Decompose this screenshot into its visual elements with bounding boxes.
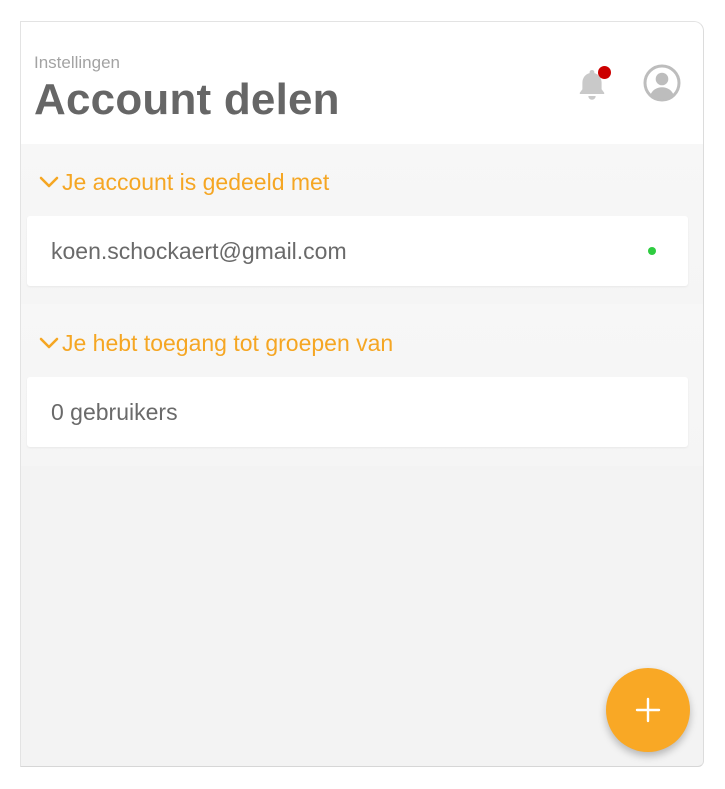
access-groups-section-toggle[interactable]: Je hebt toegang tot groepen van [38,328,393,358]
shared-with-section: Je account is gedeeld met koen.schockaer… [21,144,703,304]
settings-card: Instellingen Account delen Je account is… [20,21,704,767]
user-count-text: 0 gebruikers [51,398,178,425]
section-title: Je account is gedeeld met [62,168,330,195]
page-title: Account delen [34,75,340,124]
notifications-button[interactable] [574,66,611,102]
page-header: Instellingen Account delen [21,22,703,144]
chevron-down-icon [39,337,59,349]
notification-badge [598,66,611,79]
access-groups-item[interactable]: 0 gebruikers [27,377,688,447]
shared-with-section-toggle[interactable]: Je account is gedeeld met [38,167,329,197]
add-button[interactable] [606,668,690,752]
user-avatar-button[interactable] [643,64,681,102]
plus-icon [635,697,661,723]
user-avatar-icon [643,64,681,102]
chevron-down-icon [39,176,59,188]
online-status-indicator [648,247,656,255]
breadcrumb[interactable]: Instellingen [34,53,120,73]
access-groups-section: Je hebt toegang tot groepen van 0 gebrui… [21,304,703,466]
section-title: Je hebt toegang tot groepen van [62,329,394,356]
shared-user-email: koen.schockaert@gmail.com [51,237,347,264]
shared-user-item[interactable]: koen.schockaert@gmail.com [27,216,688,286]
